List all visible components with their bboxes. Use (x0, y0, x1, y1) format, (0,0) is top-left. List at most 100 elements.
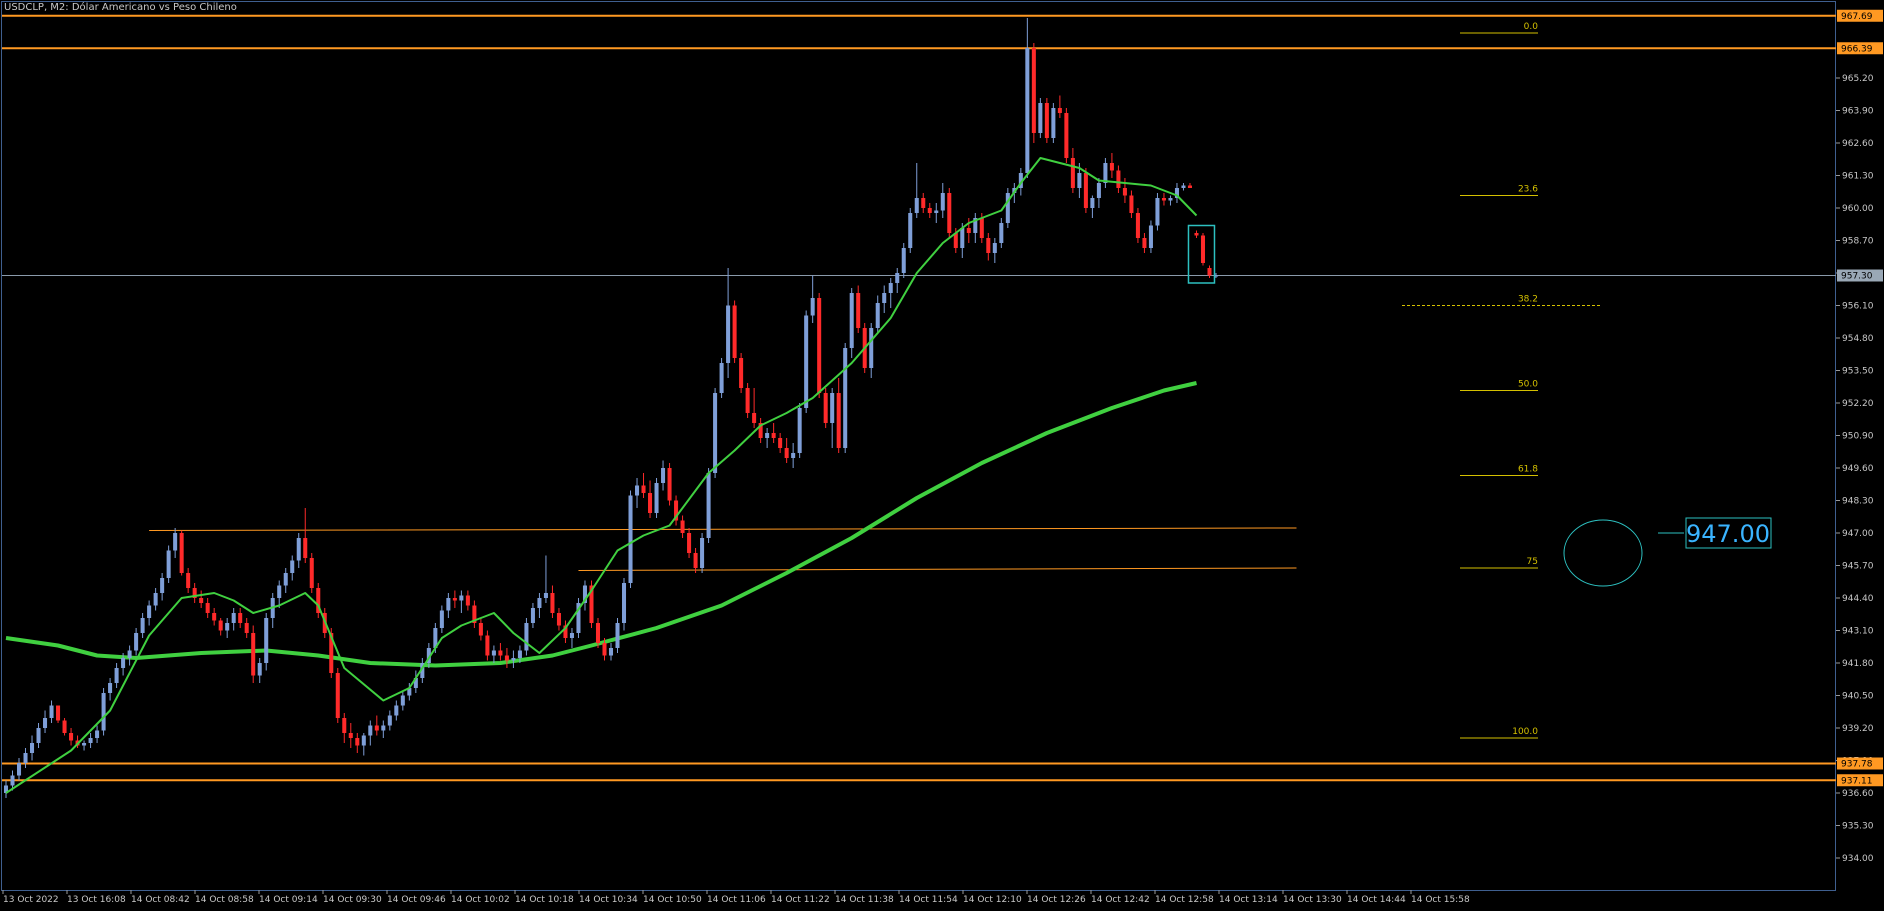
bear-candle (1057, 108, 1062, 113)
bull-candle (719, 363, 724, 393)
bear-candle (947, 193, 952, 233)
bull-candle (153, 593, 158, 606)
bear-candle (1044, 103, 1049, 138)
bear-candle (1122, 188, 1127, 196)
bull-candle (830, 393, 835, 423)
bear-candle (778, 438, 783, 448)
y-tick-label: 963.90 (1842, 107, 1874, 117)
bull-candle (706, 473, 711, 538)
bear-candle (556, 613, 561, 626)
trendline (578, 567, 1297, 571)
bear-candle (1129, 195, 1134, 213)
bull-candle (16, 763, 22, 776)
price-tag-label: 967.69 (1841, 12, 1873, 22)
y-tick-label: 948.30 (1842, 497, 1874, 507)
bear-candle (1135, 213, 1140, 238)
bull-candle (1155, 198, 1160, 226)
y-tick-label: 945.70 (1842, 562, 1874, 572)
x-tick-label: 14 Oct 11:54 (899, 895, 958, 905)
bull-candle (960, 228, 965, 248)
bear-candle (348, 733, 353, 738)
bear-candle (309, 558, 314, 588)
price-tag-label: 966.39 (1841, 44, 1873, 54)
bull-candle (121, 658, 126, 668)
bull-candle (895, 273, 900, 283)
bear-candle (218, 620, 223, 631)
x-tick-label: 14 Oct 08:58 (195, 895, 254, 905)
bull-candle (765, 433, 770, 438)
bear-candle (1070, 158, 1075, 188)
y-tick-label: 962.60 (1842, 139, 1874, 149)
bull-candle (992, 243, 997, 253)
x-tick-label: 13 Oct 2022 (3, 895, 59, 905)
bull-candle (446, 598, 451, 611)
bull-candle (43, 718, 48, 728)
plot-frame (1, 1, 1836, 891)
bull-candle (635, 485, 640, 496)
y-tick-label: 941.80 (1842, 659, 1874, 669)
x-tick-label: 14 Oct 10:50 (643, 895, 702, 905)
bear-candle (1194, 233, 1199, 236)
bull-candle (628, 495, 633, 583)
bull-candle (140, 618, 145, 633)
slow-moving-average (5, 381, 1197, 668)
time-axis: 13 Oct 2022 13 Oct 16:08 14 Oct 08:42 14 Oc… (2, 890, 1470, 905)
y-tick-label: 953.50 (1842, 367, 1874, 377)
bear-candle (648, 493, 653, 513)
bull-candle (36, 728, 41, 743)
fib-level-label: 75 (1527, 557, 1538, 567)
bull-candle (810, 298, 815, 316)
bull-candle (23, 753, 28, 763)
bull-candle (888, 283, 893, 293)
bear-candle (784, 448, 789, 458)
bull-candle (257, 663, 262, 676)
bull-candle (940, 193, 945, 211)
bear-candle (595, 623, 601, 643)
bear-candle (986, 238, 991, 253)
price-tag-label: 937.11 (1841, 776, 1873, 786)
x-tick-label: 14 Oct 15:58 (1411, 895, 1470, 905)
bull-candle (661, 468, 666, 483)
fibonacci-retracement[interactable]: 0.0 23.6 38.2 50.0 61.8 75 100.0 (1402, 22, 1602, 739)
bull-candle (1168, 198, 1173, 201)
x-tick-label: 14 Oct 13:30 (1283, 895, 1342, 905)
bear-candle (732, 305, 737, 358)
bull-candle (1038, 103, 1043, 133)
bear-candle (1142, 238, 1147, 248)
price-axis: 965.20 963.90 962.60 961.30 960.00 958.70 957.… (1836, 74, 1874, 864)
bull-candle (908, 213, 913, 248)
bull-candle (491, 650, 496, 656)
x-tick-label: 14 Oct 11:38 (835, 895, 894, 905)
bear-candle (1109, 163, 1114, 171)
bear-candle (739, 358, 744, 388)
bear-candle (693, 553, 698, 568)
y-tick-label: 961.30 (1842, 172, 1874, 182)
bull-candle (1096, 183, 1101, 198)
bear-candle (199, 598, 204, 603)
x-tick-label: 14 Oct 12:10 (963, 895, 1022, 905)
price-tags: 967.69 966.39 937.78 937.11 957.30 (1837, 9, 1883, 787)
fast-moving-average (5, 157, 1198, 794)
bear-candle (186, 573, 191, 588)
x-tick-label: 14 Oct 14:44 (1347, 895, 1406, 905)
candlestick-chart[interactable]: 0.0 23.6 38.2 50.0 61.8 75 100.0 947.00 965.20… (0, 0, 1884, 911)
target-ellipse (1563, 519, 1643, 587)
bear-candle (238, 613, 243, 623)
bear-candle (817, 298, 822, 393)
bull-candle (1148, 225, 1153, 248)
bear-candle (498, 650, 503, 656)
x-tick-label: 14 Oct 12:58 (1155, 895, 1214, 905)
bear-candle (179, 533, 184, 573)
y-tick-label: 934.00 (1842, 854, 1874, 864)
bear-candle (251, 633, 256, 676)
bear-candle (550, 593, 555, 613)
bull-candle (101, 693, 106, 731)
bull-candle (296, 538, 301, 561)
bull-candle (797, 408, 802, 453)
bear-candle (927, 208, 932, 213)
bull-candle (225, 623, 230, 631)
x-tick-label: 14 Oct 10:18 (515, 895, 574, 905)
annotations[interactable]: 947.00 (1187, 224, 1772, 587)
bull-candle (849, 293, 854, 348)
bull-candle (95, 730, 100, 738)
